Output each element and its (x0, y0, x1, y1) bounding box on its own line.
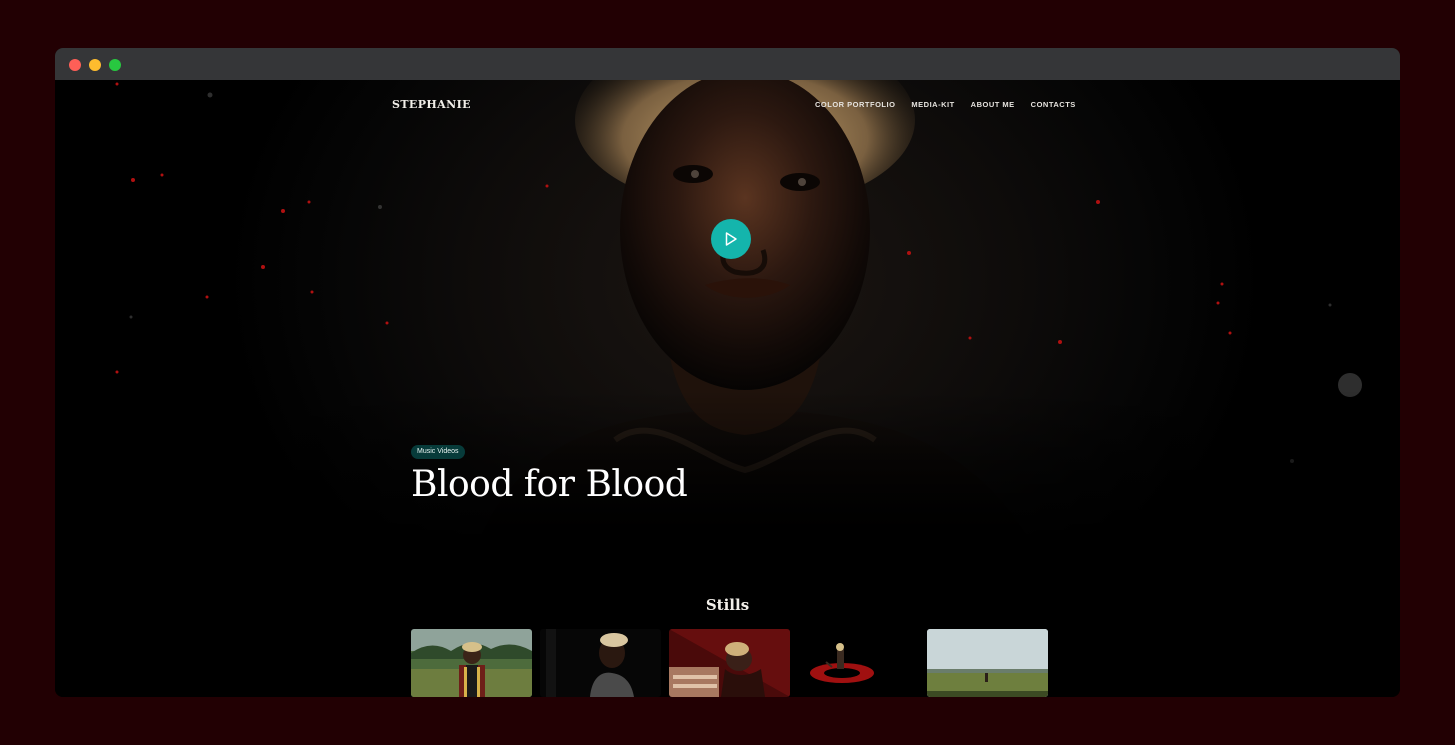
still-thumbnail-3[interactable] (669, 629, 790, 697)
nav-link-color-portfolio[interactable]: COLOR PORTFOLIO (815, 100, 895, 109)
nav-link-contacts[interactable]: CONTACTS (1031, 100, 1076, 109)
maximize-window-button[interactable] (109, 59, 121, 71)
still-thumbnail-4[interactable] (798, 629, 919, 697)
play-video-button[interactable] (711, 219, 751, 259)
minimize-window-button[interactable] (89, 59, 101, 71)
browser-window: STEPHANIE COLOR PORTFOLIO MEDIA-KIT ABOU… (55, 48, 1400, 697)
main-navigation: COLOR PORTFOLIO MEDIA-KIT ABOUT ME CONTA… (815, 100, 1076, 109)
stills-gallery (411, 629, 1048, 697)
close-window-button[interactable] (69, 59, 81, 71)
still-thumbnail-2[interactable] (540, 629, 661, 697)
still-thumbnail-5[interactable] (927, 629, 1048, 697)
site-logo[interactable]: STEPHANIE (392, 98, 471, 111)
nav-link-about-me[interactable]: ABOUT ME (971, 100, 1015, 109)
still-thumbnail-1[interactable] (411, 629, 532, 697)
play-icon (725, 232, 737, 246)
hero-title: Blood for Blood (411, 464, 688, 505)
nav-link-media-kit[interactable]: MEDIA-KIT (911, 100, 954, 109)
hero-section: STEPHANIE COLOR PORTFOLIO MEDIA-KIT ABOU… (55, 80, 1400, 550)
stills-heading: Stills (705, 596, 750, 614)
window-titlebar (55, 48, 1400, 80)
page-viewport: STEPHANIE COLOR PORTFOLIO MEDIA-KIT ABOU… (55, 80, 1400, 697)
hero-bottom-fade (55, 390, 1400, 550)
category-tag[interactable]: Music Videos (411, 445, 465, 459)
